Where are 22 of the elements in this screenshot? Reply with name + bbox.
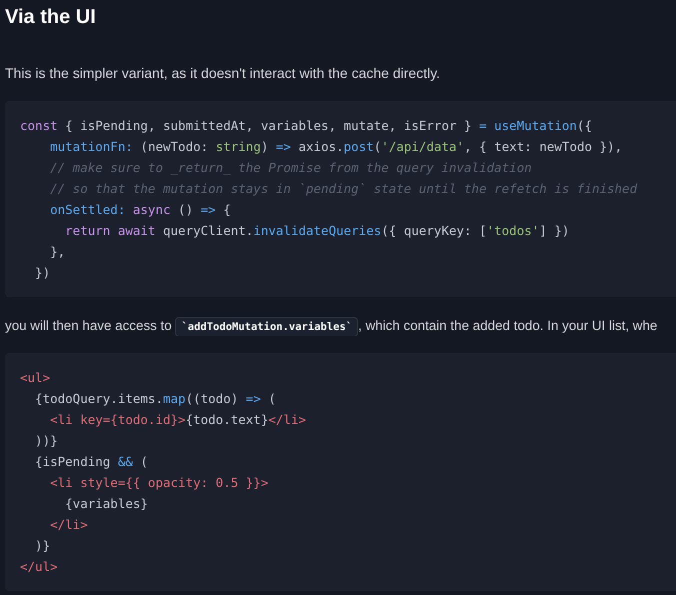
code-line: onSettled: async () => { [49, 201, 231, 219]
code-line: }) [34, 264, 50, 282]
code-line: {variables} [64, 495, 148, 513]
code-line: mutationFn: (newTodo: string) => axios.post('/api/data', { text: newTodo }), [49, 138, 622, 156]
code-line: return await queryClient.invalidateQueries({ queryKey: ['todos'] }) [64, 222, 570, 240]
code-line: const { isPending, submittedAt, variables, mutate, isError } = useMutation({ [20, 117, 592, 135]
code-line: <li style={{ opacity: 0.5 }}> [49, 474, 268, 492]
code-line: <ul> [20, 369, 50, 387]
code-line: </ul> [20, 558, 58, 576]
code-line: )} [34, 537, 50, 555]
code-line: // make sure to _return_ the Promise from the query invalidation [49, 159, 532, 177]
paragraph: you will then have access to `addTodoMutation.variables` , which contain the added todo. In your UI list, whe [5, 316, 658, 336]
code-line: ))} [34, 432, 58, 450]
code-line: <li key={todo.id}>{todo.text}</li> [49, 411, 306, 429]
code-line: }, [49, 243, 66, 261]
code-line: // so that the mutation stays in `pending` state until the refetch is finished [49, 180, 638, 198]
code-line: {isPending && ( [34, 453, 148, 471]
inline-code: `addTodoMutation.variables` [175, 317, 358, 336]
section-heading: Via the UI [5, 5, 97, 29]
code-line: </li> [49, 516, 88, 534]
paragraph: This is the simpler variant, as it doesn't interact with the cache directly. [5, 64, 440, 83]
code-line: {todoQuery.items.map((todo) => ( [34, 390, 276, 408]
